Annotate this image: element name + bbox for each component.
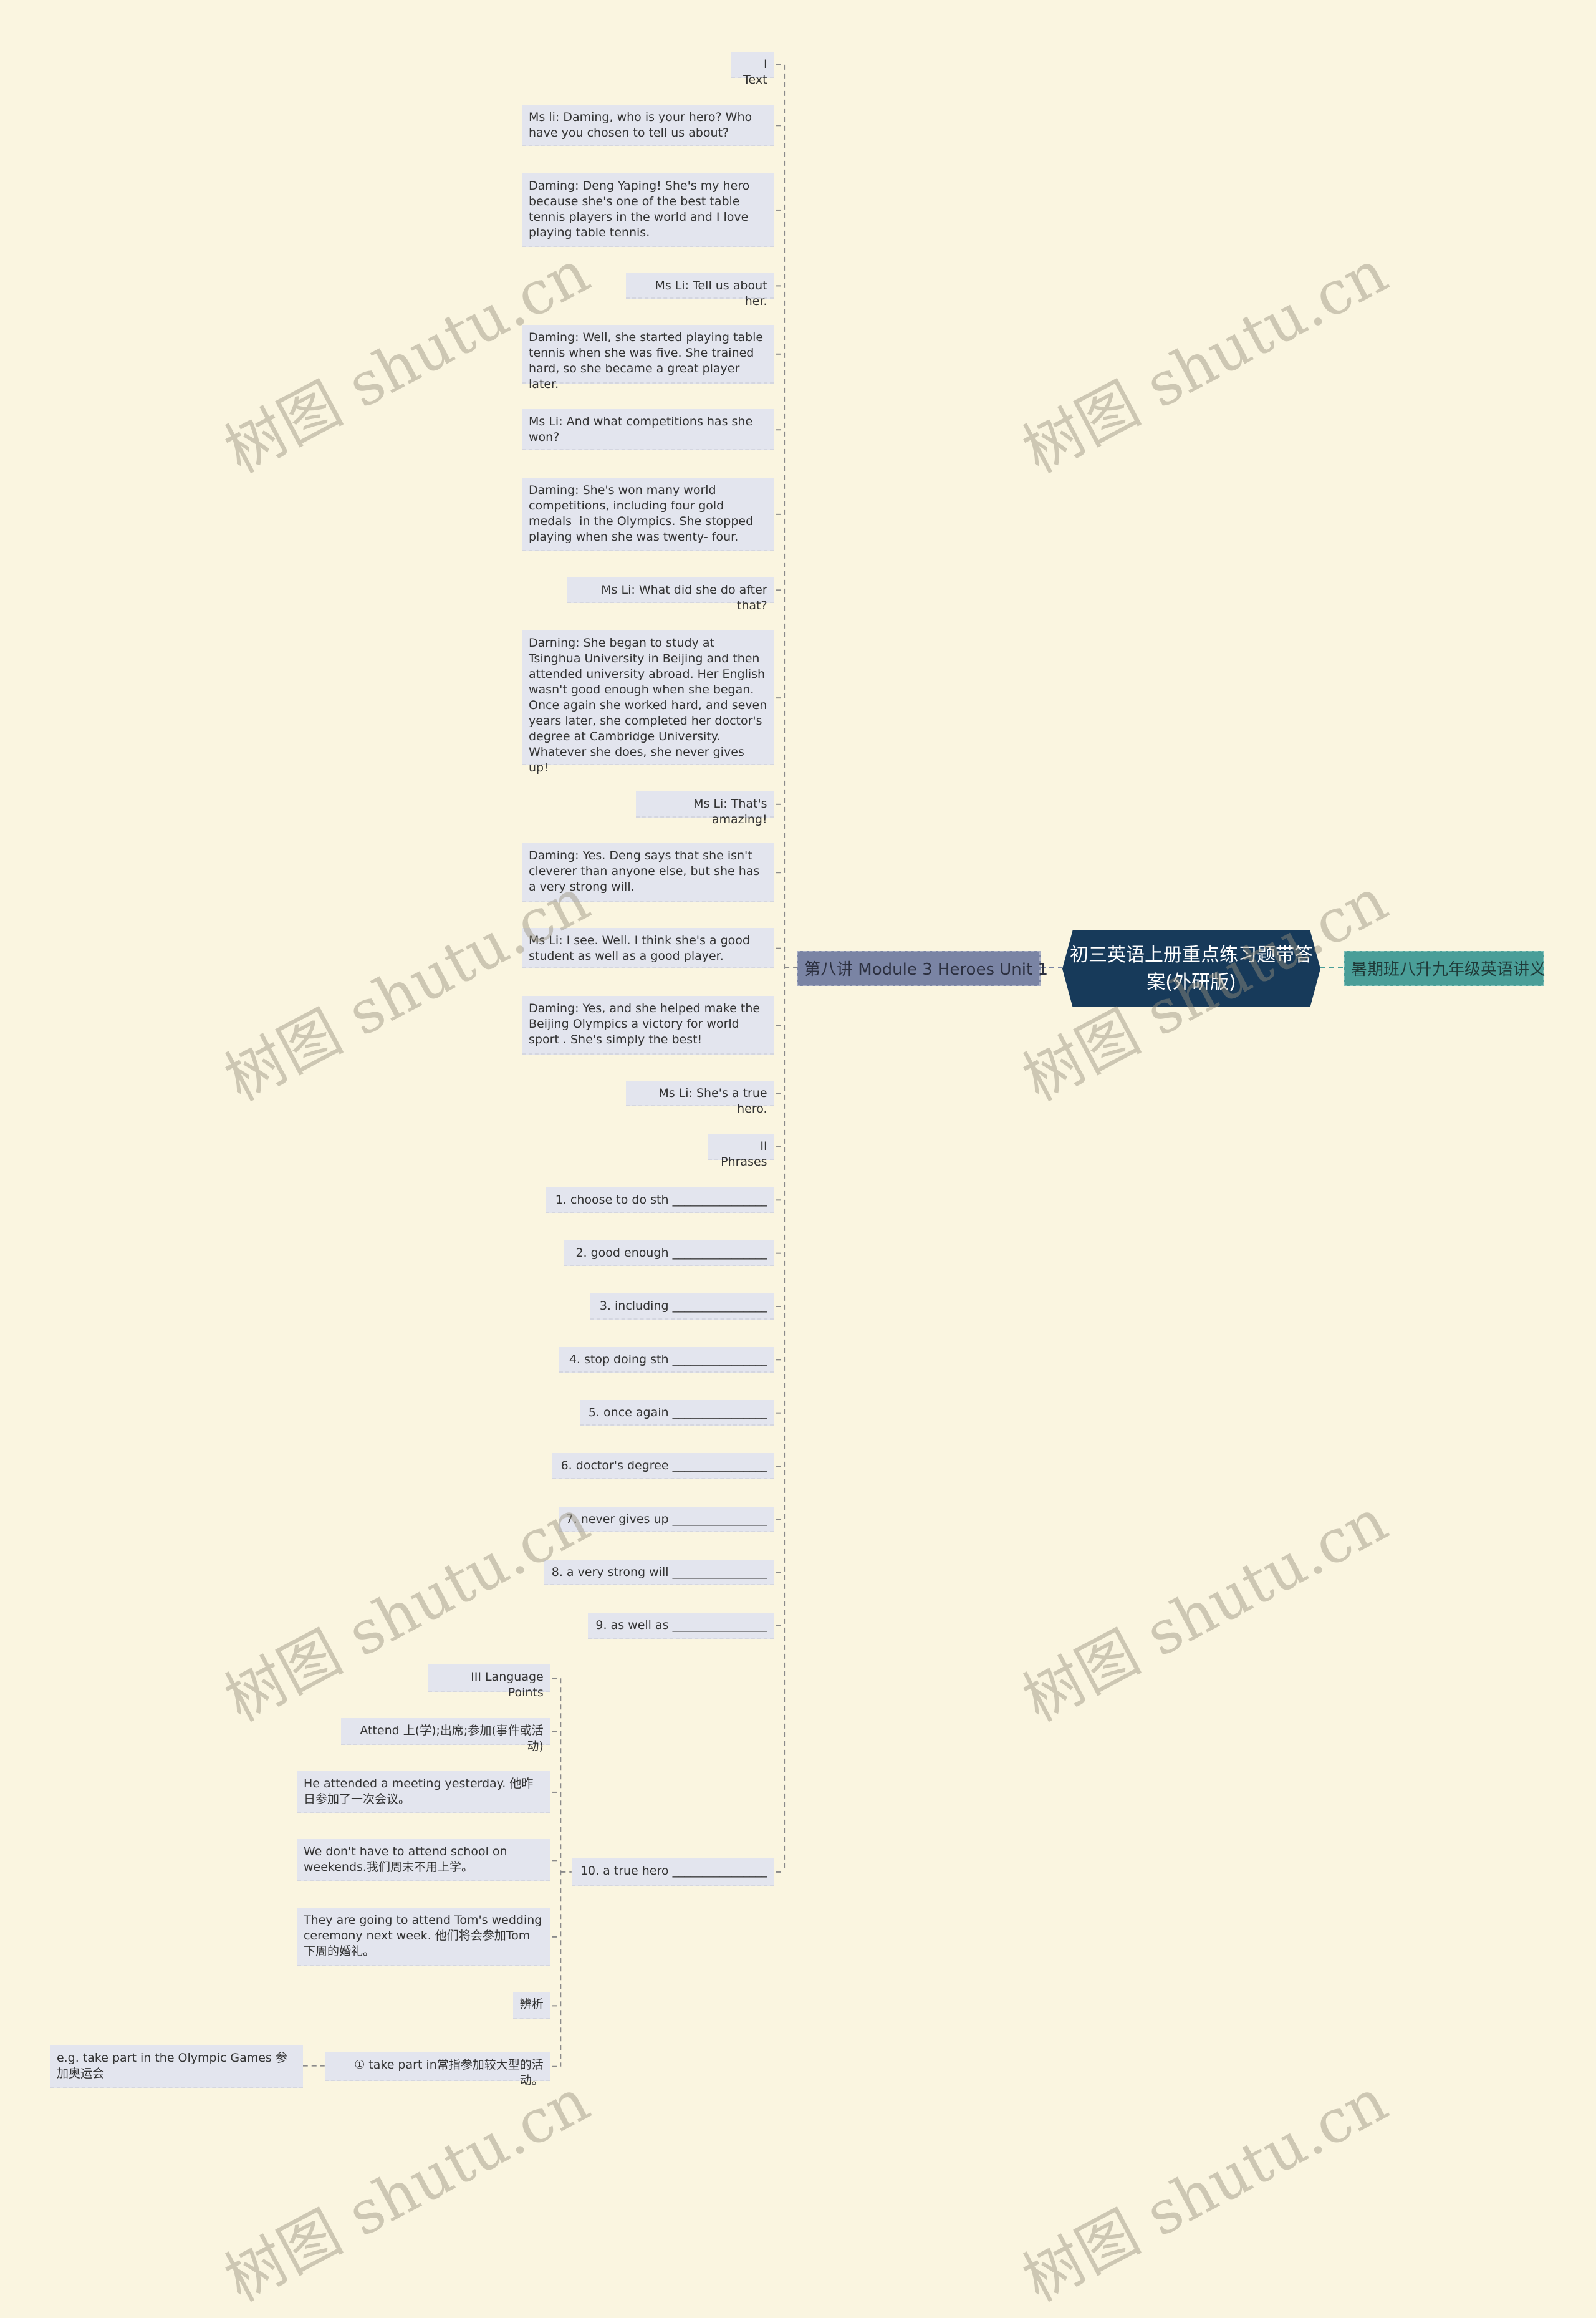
sub-node[interactable]: ① take part in常指参加较大型的活动。 (324, 2052, 550, 2087)
central-topic[interactable]: 初三英语上册重点练习题带答案(外研版) (1062, 930, 1320, 1007)
leaf-node[interactable]: e.g. take part in the Olympic Games 参加奥运… (50, 2045, 303, 2088)
text-node[interactable]: I Text (731, 52, 774, 87)
text-node[interactable]: Ms Li: Tell us about her. (626, 273, 774, 308)
text-node[interactable]: 7. never gives up ________________ (559, 1506, 774, 1533)
text-node[interactable]: 4. stop doing sth ________________ (559, 1346, 774, 1373)
sub-node[interactable]: They are going to attend Tom's wedding c… (297, 1907, 550, 1966)
sub-node[interactable]: Attend 上(学);出席;参加(事件或活动) (341, 1717, 550, 1753)
text-node[interactable]: Ms Li: I see. Well. I think she's a good… (522, 927, 774, 969)
text-node[interactable]: Ms Li: What did she do after that? (567, 577, 774, 612)
text-node[interactable]: Darning: She began to study at Tsinghua … (522, 630, 774, 775)
text-node[interactable]: Daming: She's won many world competition… (522, 477, 774, 551)
text-node[interactable]: Daming: Well, she started playing table … (522, 324, 774, 391)
text-node[interactable]: Ms li: Daming, who is your hero? Who hav… (522, 105, 774, 147)
text-node[interactable]: 5. once again ________________ (579, 1399, 774, 1426)
text-node[interactable]: Daming: Yes, and she helped make the Bei… (522, 996, 774, 1055)
branch-module3-heroes[interactable]: 第八讲 Module 3 Heroes Unit 1 (797, 951, 1048, 986)
text-node[interactable]: 8. a very strong will ________________ (544, 1559, 774, 1586)
central-topic-text: 初三英语上册重点练习题带答案(外研版) (1070, 944, 1313, 993)
text-node[interactable]: 3. including ________________ (590, 1293, 774, 1320)
text-node[interactable]: Daming: Yes. Deng says that she isn't cl… (522, 843, 774, 902)
text-node[interactable]: 10. a true hero ________________ (571, 1858, 774, 1886)
sub-node[interactable]: 辨析 (512, 1992, 550, 2020)
branch-summer-class[interactable]: 暑期班八升九年级英语讲义 (1344, 951, 1546, 986)
text-node[interactable]: 1. choose to do sth ________________ (546, 1187, 774, 1214)
text-node[interactable]: 9. as well as ________________ (588, 1613, 774, 1639)
text-node[interactable]: 6. doctor's degree ________________ (552, 1453, 774, 1479)
text-node[interactable]: II Phrases (708, 1134, 774, 1169)
text-node[interactable]: Ms Li: That's amazing! (635, 791, 774, 826)
sub-node[interactable]: III Language Points (428, 1664, 550, 1699)
sub-node[interactable]: We don't have to attend school on weeken… (297, 1839, 550, 1882)
text-node[interactable]: Daming: Deng Yaping! She's my hero becau… (522, 173, 774, 248)
text-node[interactable]: 2. good enough ________________ (563, 1240, 774, 1267)
sub-node[interactable]: He attended a meeting yesterday. 他昨日参加了一… (297, 1771, 550, 1813)
text-node[interactable]: Ms Li: And what competitions has she won… (522, 409, 774, 451)
text-node[interactable]: Ms Li: She's a true hero. (626, 1080, 774, 1116)
connector-lines (302, 64, 1344, 2067)
